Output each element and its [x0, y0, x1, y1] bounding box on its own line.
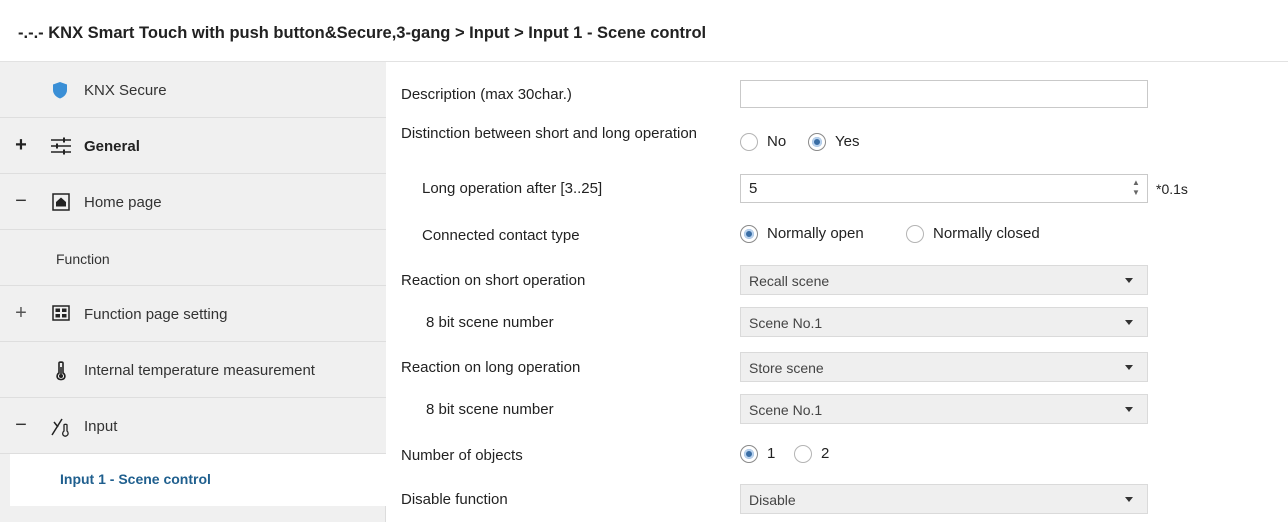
sidebar-item-label: Function page setting: [84, 306, 228, 323]
radio-circle: [740, 133, 758, 151]
long-scene-label: 8 bit scene number: [426, 401, 554, 418]
sidebar-item-label: Input 1 - Scene control: [60, 471, 211, 487]
contact-type-label: Connected contact type: [422, 227, 580, 244]
sidebar-item-function[interactable]: Function: [0, 230, 386, 286]
param-row-long-operation: Long operation after [3..25] 5 ▲ ▼ *0.1s: [386, 174, 1288, 204]
param-row-distinction: Distinction between short and long opera…: [401, 125, 860, 151]
title-bar: -.-.- KNX Smart Touch with push button&S…: [0, 0, 1288, 62]
param-row-disable-function: Disable function Disable: [386, 484, 1288, 514]
long-scene-select[interactable]: Scene No.1: [740, 394, 1148, 424]
input-icon: [50, 417, 70, 437]
chevron-down-icon: [1125, 320, 1133, 325]
long-reaction-select[interactable]: Store scene: [740, 352, 1148, 382]
sidebar-item-input-1-scene-control[interactable]: Input 1 - Scene control: [10, 454, 396, 506]
sidebar-item-knx-secure[interactable]: KNX Secure: [0, 62, 386, 118]
param-row-short-reaction: Reaction on short operation Recall scene: [386, 265, 1288, 295]
sidebar-item-input[interactable]: − Input: [0, 398, 386, 454]
collapse-icon[interactable]: −: [14, 191, 28, 211]
sidebar-item-home-page[interactable]: − Home page: [0, 174, 386, 230]
chevron-down-icon: [1125, 365, 1133, 370]
long-operation-label: Long operation after [3..25]: [422, 180, 603, 197]
sidebar-item-function-page-setting[interactable]: + Function page setting: [0, 286, 386, 342]
param-row-num-objects: Number of objects 1 2: [401, 445, 830, 464]
sidebar-item-label: General: [84, 138, 140, 155]
radio-circle: [906, 225, 924, 243]
collapse-icon[interactable]: −: [14, 415, 28, 435]
chevron-down-icon: [1125, 497, 1133, 502]
sidebar: KNX Secure + General − Home page Functio…: [0, 62, 396, 522]
breadcrumb: -.-.- KNX Smart Touch with push button&S…: [18, 24, 707, 42]
param-row-description: Description (max 30char.): [386, 80, 1288, 110]
home-icon: [52, 193, 72, 211]
expand-icon[interactable]: +: [14, 303, 28, 323]
param-row-long-scene: 8 bit scene number Scene No.1: [386, 394, 1288, 424]
num-objects-label: Number of objects: [401, 447, 523, 464]
long-operation-stepper[interactable]: 5 ▲ ▼: [740, 174, 1148, 203]
radio-circle-selected: [740, 225, 758, 243]
short-scene-label: 8 bit scene number: [426, 314, 554, 331]
grid-icon: [52, 305, 72, 323]
short-reaction-label: Reaction on short operation: [401, 272, 586, 289]
spin-arrows-icon[interactable]: ▲ ▼: [1131, 178, 1141, 198]
long-operation-unit: *0.1s: [1156, 181, 1188, 197]
chevron-down-icon: [1125, 407, 1133, 412]
radio-circle: [794, 445, 812, 463]
sidebar-item-label: Function: [56, 251, 110, 267]
thermometer-icon: [54, 361, 74, 381]
description-input[interactable]: [740, 80, 1148, 108]
long-reaction-label: Reaction on long operation: [401, 359, 581, 376]
sidebar-item-label: KNX Secure: [84, 82, 167, 99]
sliders-icon: [50, 137, 71, 155]
chevron-down-icon: [1125, 278, 1133, 283]
disable-function-select[interactable]: Disable: [740, 484, 1148, 514]
parameter-panel: Description (max 30char.) Distinction be…: [386, 62, 1288, 522]
sidebar-item-label: Internal temperature measurement: [84, 362, 315, 379]
distinction-label: Distinction between short and long opera…: [401, 125, 698, 142]
param-row-contact-type: Connected contact type Normally open Nor…: [422, 225, 1040, 244]
short-scene-select[interactable]: Scene No.1: [740, 307, 1148, 337]
param-row-short-scene: 8 bit scene number Scene No.1: [386, 307, 1288, 337]
shield-icon: [52, 81, 72, 99]
sidebar-item-label: Input: [84, 418, 118, 435]
description-label: Description (max 30char.): [401, 86, 572, 103]
param-row-long-reaction: Reaction on long operation Store scene: [386, 352, 1288, 382]
radio-circle-selected: [740, 445, 758, 463]
sidebar-item-internal-temperature[interactable]: Internal temperature measurement: [0, 342, 386, 398]
expand-icon[interactable]: +: [14, 135, 28, 155]
sidebar-item-general[interactable]: + General: [0, 118, 386, 174]
radio-circle-selected: [808, 133, 826, 151]
short-reaction-select[interactable]: Recall scene: [740, 265, 1148, 295]
sidebar-item-label: Home page: [84, 194, 162, 211]
disable-function-label: Disable function: [401, 491, 508, 508]
